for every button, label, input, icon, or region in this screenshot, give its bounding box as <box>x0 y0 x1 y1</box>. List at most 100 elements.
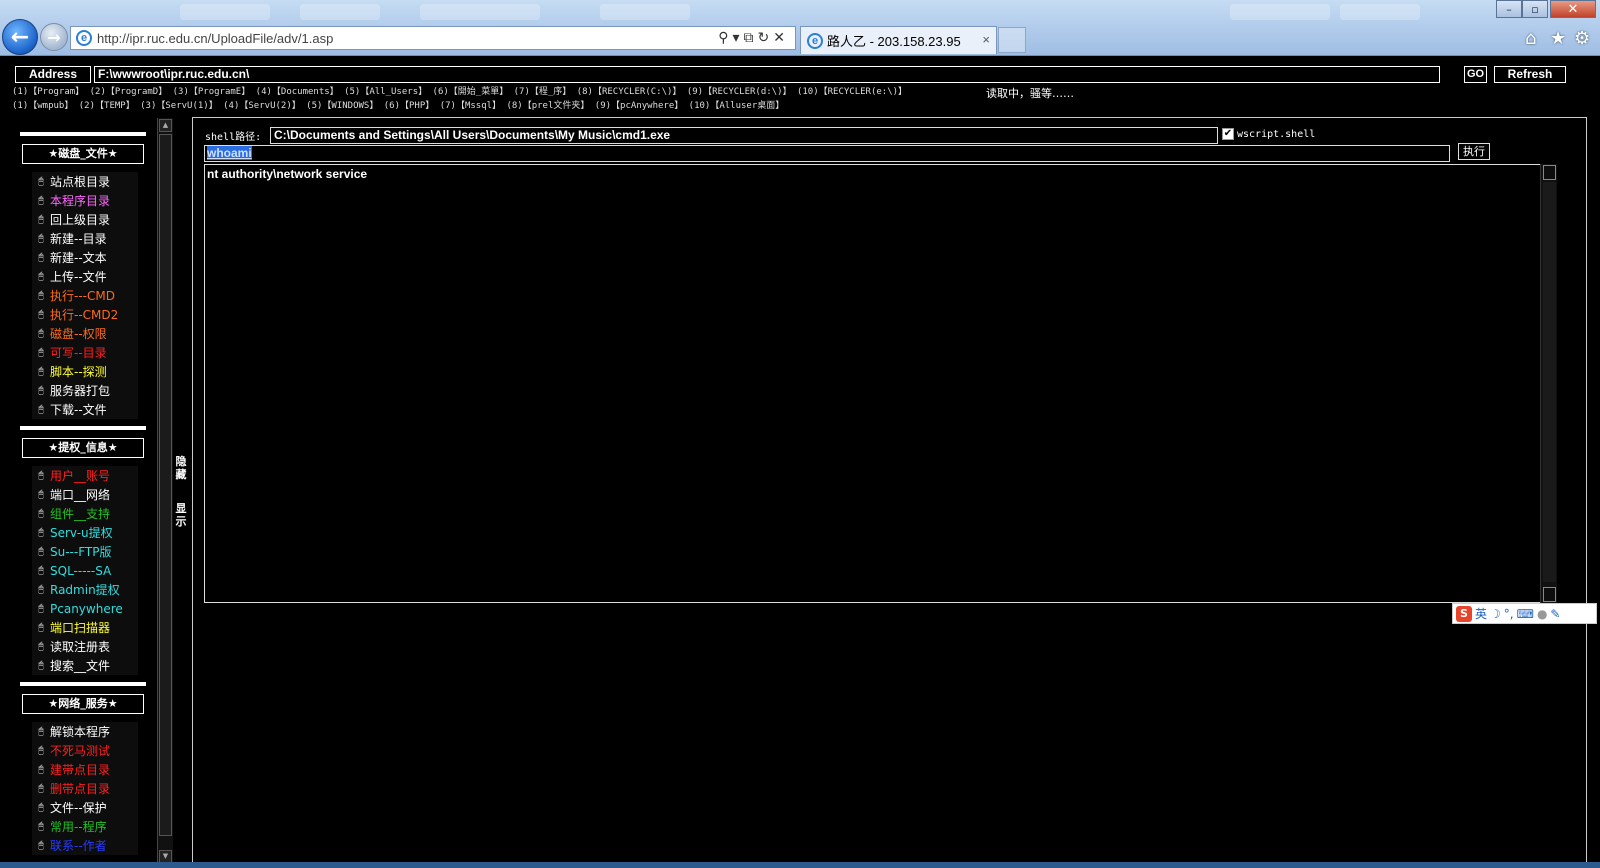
quick-links-row-2[interactable]: (1)【wmpub】 (2)【TEMP】 (3)【ServU(1)】 (4)【S… <box>12 99 784 113</box>
browser-address-bar[interactable]: e http://ipr.ruc.edu.cn/UploadFile/adv/1… <box>70 26 796 50</box>
sidebar-item[interactable]: 🖰 下载--文件 <box>32 400 138 419</box>
mouse-icon: 🖰 <box>38 309 44 320</box>
tab-active[interactable]: e 路人乙 - 203.158.23.95 × <box>800 26 997 54</box>
output-scroll-track[interactable] <box>1543 182 1556 582</box>
sidebar-item[interactable]: 🖰 解锁本程序 <box>32 722 138 741</box>
sidebar-item[interactable]: 🖰 回上级目录 <box>32 210 138 229</box>
sidebar-item[interactable]: 🖰 端口扫描器 <box>32 618 138 637</box>
back-button[interactable]: ← <box>2 19 38 55</box>
sidebar-item[interactable]: 🖰 Serv-u提权 <box>32 523 138 542</box>
command-input[interactable]: whoami <box>204 145 1450 162</box>
sidebar-item[interactable]: 🖰 建带点目录 <box>32 760 138 779</box>
wscript-checkbox[interactable]: ✔ <box>1222 128 1234 140</box>
mouse-icon: 🖰 <box>38 508 44 519</box>
compat-view-icon[interactable]: ⧉ <box>744 29 758 45</box>
stop-icon[interactable]: ✕ <box>773 29 789 45</box>
sidebar-item-label: 用户__账号 <box>50 469 111 483</box>
ie-page-icon: e <box>76 30 92 46</box>
sidebar-item[interactable]: 🖰 执行---CMD <box>32 286 138 305</box>
output-scrollbar[interactable] <box>1540 164 1557 603</box>
moon-icon[interactable]: ☽ <box>1490 607 1501 621</box>
back-arrow-icon: ← <box>10 24 30 50</box>
punctuation-icon[interactable]: °, <box>1504 607 1514 621</box>
home-icon[interactable]: ⌂ <box>1525 28 1536 49</box>
new-tab-button[interactable] <box>998 27 1026 53</box>
mouse-icon: 🖰 <box>38 404 44 415</box>
sidebar-item[interactable]: 🖰 站点根目录 <box>32 172 138 191</box>
sidebar-item-label: 常用--程序 <box>50 820 107 834</box>
maximize-button[interactable]: ▫ <box>1522 0 1548 18</box>
address-input[interactable]: F:\wwwroot\ipr.ruc.edu.cn\ <box>94 66 1440 83</box>
sidebar-item[interactable]: 🖰 端口__网络 <box>32 485 138 504</box>
refresh-button[interactable]: Refresh <box>1494 66 1566 83</box>
sogou-logo-icon[interactable]: S <box>1456 605 1472 622</box>
sidebar-item[interactable]: 🖰 删带点目录 <box>32 779 138 798</box>
sidebar-item[interactable]: 🖰 不死马测试 <box>32 741 138 760</box>
sidebar-item[interactable]: 🖰 新建--目录 <box>32 229 138 248</box>
sidebar-group-title[interactable]: ★磁盘_文件★ <box>22 144 144 164</box>
sidebar-item[interactable]: 🖰 联系--作者 <box>32 836 138 855</box>
background-tab <box>600 4 690 20</box>
scroll-up-icon[interactable]: ▲ <box>159 119 172 132</box>
tab-close-icon[interactable]: × <box>982 32 990 47</box>
sidebar-item-label: 磁盘--权限 <box>50 327 107 341</box>
sidebar-scroll-thumb[interactable] <box>159 134 172 836</box>
mouse-icon: 🖰 <box>38 584 44 595</box>
sidebar-item[interactable]: 🖰 上传--文件 <box>32 267 138 286</box>
dropdown-icon[interactable]: ▾ <box>733 29 744 45</box>
sidebar-item[interactable]: 🖰 新建--文本 <box>32 248 138 267</box>
sidebar-item[interactable]: 🖰 SQL-----SA <box>32 561 138 580</box>
sidebar-item[interactable]: 🖰 组件__支持 <box>32 504 138 523</box>
sidebar-item[interactable]: 🖰 脚本--探测 <box>32 362 138 381</box>
keyboard-icon[interactable]: ⌨ <box>1517 607 1534 621</box>
mouse-icon: 🖰 <box>38 489 44 500</box>
tools-gear-icon[interactable]: ⚙ <box>1574 28 1590 49</box>
address-bar-actions[interactable]: ⚲▾⧉↻✕ <box>718 29 789 46</box>
sidebar-item[interactable]: 🖰 读取注册表 <box>32 637 138 656</box>
ime-language-toggle[interactable]: 英 <box>1475 605 1487 622</box>
sidebar-group-title[interactable]: ★网络_服务★ <box>22 694 144 714</box>
wscript-label: wscript.shell <box>1237 129 1316 140</box>
search-icon[interactable]: ⚲ <box>718 29 732 45</box>
go-button[interactable]: GO <box>1464 66 1487 83</box>
command-output[interactable]: nt authority\network service <box>204 164 1557 603</box>
sidebar-item[interactable]: 🖰 本程序目录 <box>32 191 138 210</box>
sidebar-item[interactable]: 🖰 磁盘--权限 <box>32 324 138 343</box>
sidebar-item[interactable]: 🖰 Radmin提权 <box>32 580 138 599</box>
favorites-star-icon[interactable]: ★ <box>1550 28 1566 49</box>
close-window-button[interactable]: ✕ <box>1550 0 1596 18</box>
scroll-up-icon[interactable] <box>1543 165 1556 180</box>
sidebar-group-title[interactable]: ★提权_信息★ <box>22 438 144 458</box>
sidebar-item-label: 解锁本程序 <box>50 725 111 739</box>
hide-sidebar-toggle[interactable]: 隐 藏 <box>174 455 188 481</box>
quick-links-row-1[interactable]: (1)【Program】 (2)【ProgramD】 (3)【ProgramE】… <box>12 85 907 99</box>
refresh-icon[interactable]: ↻ <box>758 29 774 45</box>
sidebar-divider <box>20 426 146 430</box>
sidebar-item[interactable]: 🖰 服务器打包 <box>32 381 138 400</box>
sidebar-scrollbar[interactable]: ▲ ▼ <box>157 118 173 864</box>
sidebar-item[interactable]: 🖰 常用--程序 <box>32 817 138 836</box>
mouse-icon: 🖰 <box>38 233 44 244</box>
minimize-button[interactable]: – <box>1496 0 1522 18</box>
sidebar-item[interactable]: 🖰 Su---FTP版 <box>32 542 138 561</box>
execute-button[interactable]: 执行 <box>1458 143 1490 160</box>
sidebar-item[interactable]: 🖰 执行--CMD2 <box>32 305 138 324</box>
forward-button[interactable]: → <box>40 23 68 51</box>
shell-path-input[interactable]: C:\Documents and Settings\All Users\Docu… <box>270 127 1218 144</box>
user-icon[interactable]: ● <box>1537 607 1547 621</box>
sidebar-item-label: 执行--CMD2 <box>50 308 119 322</box>
sidebar-item[interactable]: 🖰 可写--目录 <box>32 343 138 362</box>
show-sidebar-toggle[interactable]: 显 示 <box>174 502 188 528</box>
sidebar-item-label: SQL-----SA <box>50 563 112 578</box>
sidebar-item[interactable]: 🖰 用户__账号 <box>32 466 138 485</box>
wrench-icon[interactable]: ✎ <box>1550 607 1560 621</box>
sidebar-item-label: 新建--目录 <box>50 232 107 246</box>
mouse-icon: 🖰 <box>38 745 44 756</box>
sidebar-item[interactable]: 🖰 Pcanywhere <box>32 599 138 618</box>
sidebar-item[interactable]: 🖰 文件--保护 <box>32 798 138 817</box>
ime-toolbar[interactable]: S 英 ☽ °, ⌨ ● ✎ <box>1452 603 1597 624</box>
mouse-icon: 🖰 <box>38 546 44 557</box>
sidebar-item[interactable]: 🖰 搜索__文件 <box>32 656 138 675</box>
sidebar-item-label: Pcanywhere <box>50 601 123 616</box>
scroll-down-icon[interactable] <box>1543 587 1556 602</box>
